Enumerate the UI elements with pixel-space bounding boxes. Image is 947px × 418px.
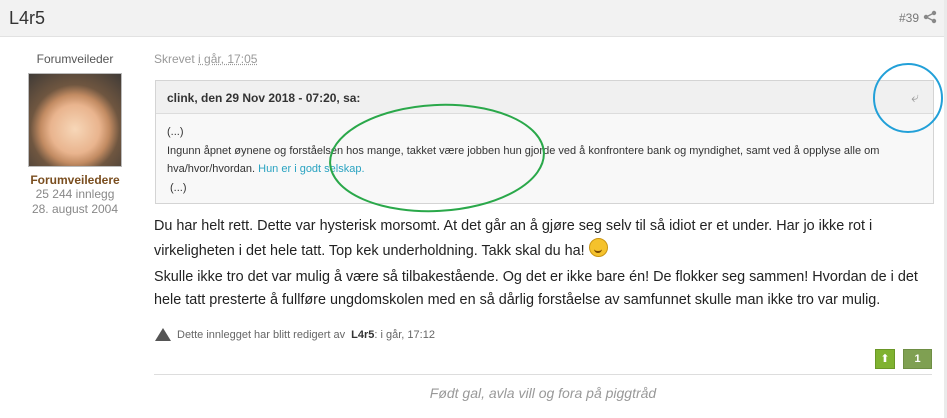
post-paragraph-2: Skulle ikke tro det var mulig å være så … <box>154 269 918 308</box>
warning-icon <box>155 328 171 341</box>
signature: Født gal, avla vill og fora på piggtråd <box>429 385 657 401</box>
user-role: Forumveileder <box>36 52 114 66</box>
reputation-count: 1 <box>903 349 932 369</box>
user-info-panel: Forumveileder Forumveiledere 25 244 innl… <box>0 52 150 217</box>
post-paragraph-1-wrapper: Du har helt rett. Dette var hysterisk mo… <box>154 215 929 263</box>
edited-notice: Dette innlegget har blitt redigert av L4… <box>155 328 435 341</box>
quote-ellipsis-top: (...) <box>167 126 184 138</box>
post-author-name[interactable]: L4r5 <box>9 8 45 29</box>
edited-user[interactable]: L4r5 <box>351 329 374 341</box>
return-arrow-icon[interactable]: ⤶ <box>911 89 919 106</box>
post-paragraph-1: Du har helt rett. Dette var hysterisk mo… <box>154 218 873 259</box>
edited-prefix: Dette innlegget har blitt redigert av <box>177 328 346 341</box>
avatar[interactable] <box>28 73 122 167</box>
post-timestamp: Skrevet i går, 17:05 <box>154 52 932 66</box>
upvote-button[interactable]: ⬆ <box>875 349 895 369</box>
quote-block: clink, den 29 Nov 2018 - 07:20, sa: ⤶ (.… <box>155 80 934 204</box>
smiley-icon <box>588 238 608 257</box>
user-join-date: 28. august 2004 <box>31 202 119 216</box>
quote-ellipsis-bottom: (...) <box>170 181 187 194</box>
user-rank: Forumveiledere <box>30 173 120 187</box>
user-post-count: 25 244 innlegg <box>35 187 115 201</box>
quote-author: clink, den 29 Nov 2018 - 07:20, sa: <box>167 91 361 105</box>
written-date[interactable]: i går, 17:05 <box>198 52 257 66</box>
share-icon[interactable] <box>923 10 937 24</box>
quote-text-wrapper: Ingunn åpnet øynene og forståelsen hos m… <box>167 142 917 179</box>
post-header: L4r5 #39 <box>0 0 947 37</box>
post-content: Skrevet i går, 17:05 clink, den 29 Nov 2… <box>154 52 934 401</box>
post-number-link[interactable]: #39 <box>899 11 919 25</box>
quote-header: clink, den 29 Nov 2018 - 07:20, sa: ⤶ <box>156 81 933 114</box>
quote-body: (...) Ingunn åpnet øynene og forståelsen… <box>167 123 917 197</box>
quote-link[interactable]: Hun er i godt selskap. <box>258 163 364 175</box>
written-prefix: Skrevet <box>154 52 195 66</box>
edited-suffix: : i går, 17:12 <box>374 328 435 341</box>
signature-divider <box>154 374 932 375</box>
